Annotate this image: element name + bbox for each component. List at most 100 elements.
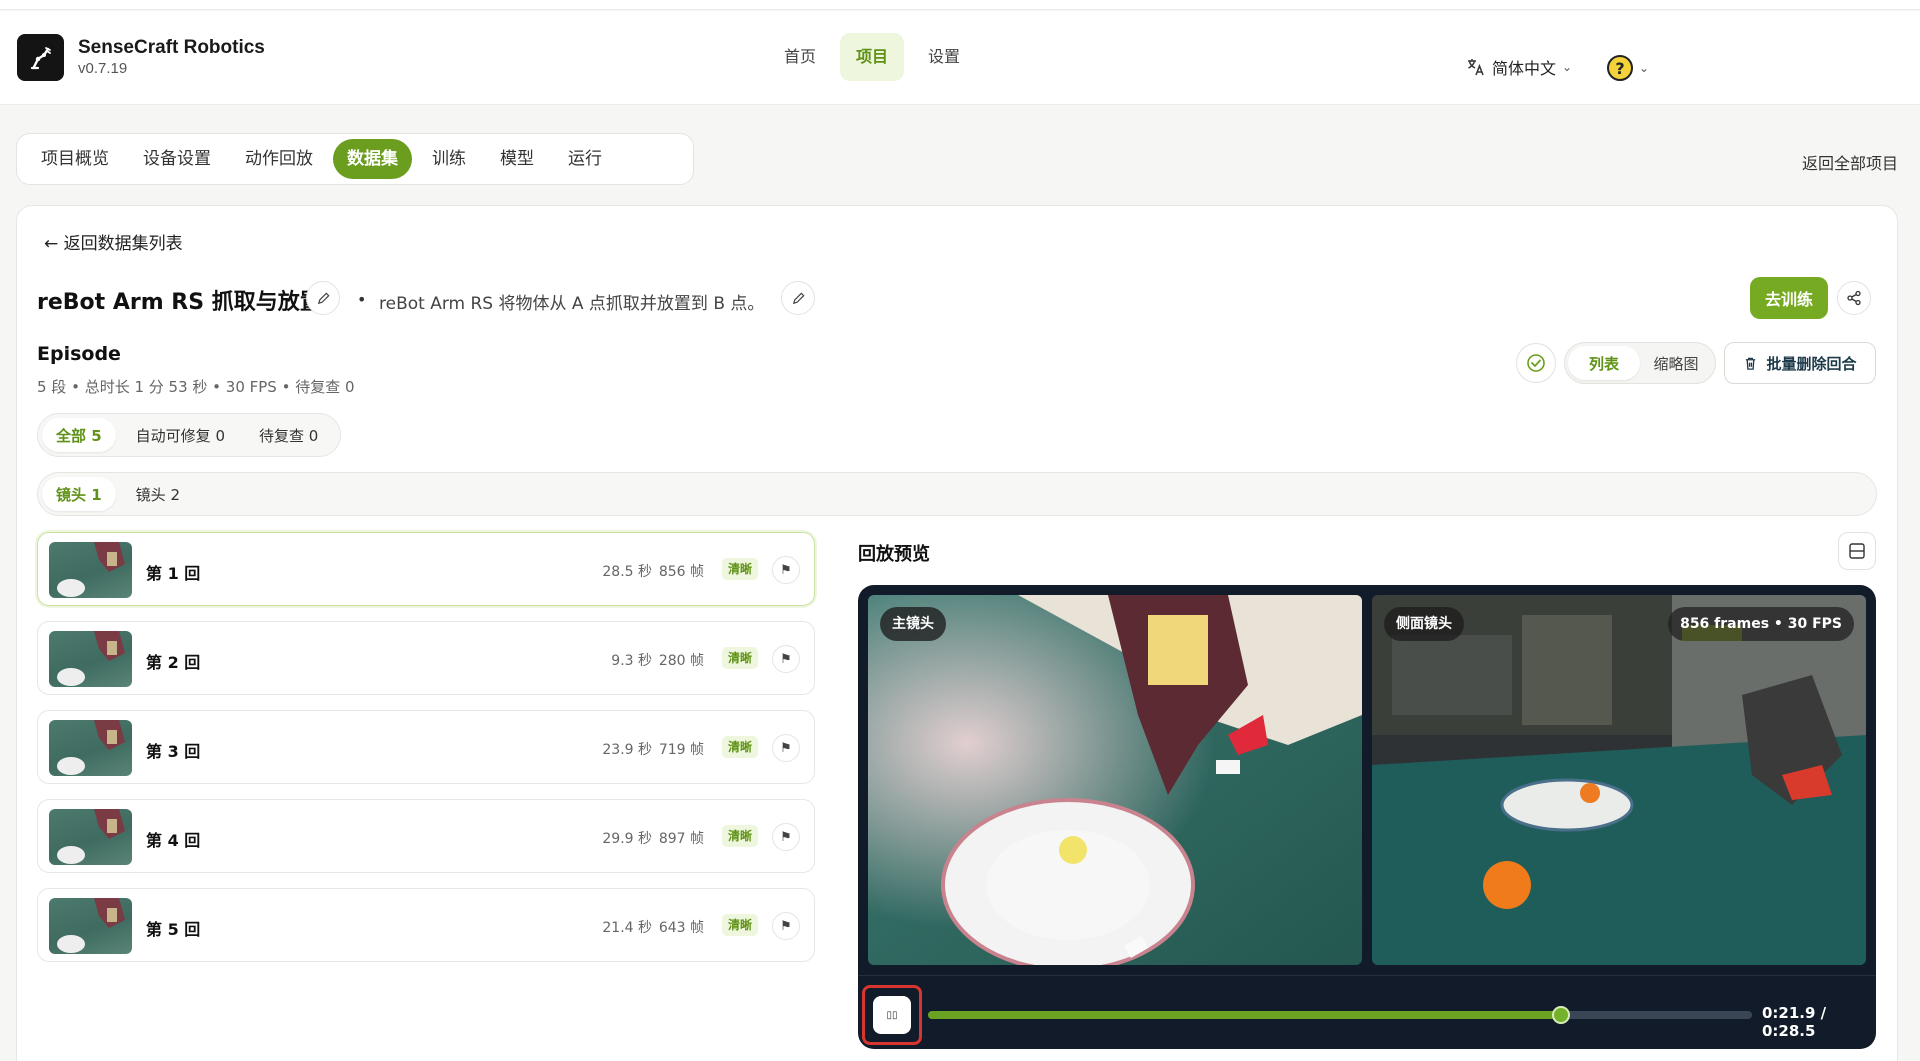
layout-toggle-button[interactable] bbox=[1838, 532, 1876, 570]
flag-icon: ⚑ bbox=[780, 651, 792, 667]
share-icon bbox=[1847, 290, 1861, 306]
flag-button[interactable]: ⚑ bbox=[772, 645, 800, 673]
pencil-icon bbox=[792, 291, 805, 304]
app-header: SenseCraft Robotics v0.7.19 首页 项目 设置 简体中… bbox=[0, 11, 1920, 105]
go-train-button[interactable]: 去训练 bbox=[1750, 277, 1828, 319]
replay-player: 主镜头 侧面镜头 856 frames • 30 FPS ▯▯ 0:21.9 /… bbox=[858, 585, 1876, 1049]
flag-button[interactable]: ⚑ bbox=[772, 556, 800, 584]
share-button[interactable] bbox=[1837, 281, 1871, 315]
view-thumbnail-option[interactable]: 缩略图 bbox=[1640, 346, 1712, 380]
tab-device-settings[interactable]: 设备设置 bbox=[129, 139, 225, 179]
progress-slider[interactable] bbox=[928, 1006, 1752, 1024]
episode-frames: 643 帧 bbox=[658, 920, 704, 936]
episode-frames: 897 帧 bbox=[658, 831, 704, 847]
side-camera-label: 侧面镜头 bbox=[1384, 607, 1464, 641]
camera-2-tab[interactable]: 镜头 2 bbox=[122, 477, 194, 511]
episode-section-title: Episode bbox=[37, 343, 121, 365]
tab-training[interactable]: 训练 bbox=[418, 139, 480, 179]
nav-home[interactable]: 首页 bbox=[768, 33, 832, 81]
quality-badge: 清晰 bbox=[721, 825, 758, 847]
progress-handle[interactable] bbox=[1552, 1006, 1571, 1024]
episode-frames: 856 帧 bbox=[658, 564, 704, 580]
filter-auto-fixable[interactable]: 自动可修复 0 bbox=[122, 418, 239, 452]
episode-name: 第 4 回 bbox=[146, 831, 201, 850]
edit-title-button[interactable] bbox=[306, 281, 340, 315]
quality-badge: 清晰 bbox=[721, 558, 758, 580]
episode-summary: 5 段 • 总时长 1 分 53 秒 • 30 FPS • 待复查 0 bbox=[37, 378, 355, 396]
quality-badge: 清晰 bbox=[721, 736, 758, 758]
filter-pending-review[interactable]: 待复查 0 bbox=[245, 418, 332, 452]
help-icon: ? bbox=[1607, 55, 1633, 81]
episode-thumbnail bbox=[49, 542, 132, 598]
split-layout-icon bbox=[1849, 543, 1865, 559]
frame-info-badge: 856 frames • 30 FPS bbox=[1668, 607, 1854, 641]
quality-badge: 清晰 bbox=[721, 914, 758, 936]
nav-settings[interactable]: 设置 bbox=[912, 33, 976, 81]
nav-projects[interactable]: 项目 bbox=[840, 33, 905, 81]
playback-time: 0:21.9 / 0:28.5 bbox=[1762, 1004, 1827, 1040]
main-camera-view: 主镜头 bbox=[868, 595, 1362, 965]
episode-name: 第 3 回 bbox=[146, 742, 201, 761]
episode-duration: 29.9 秒 bbox=[602, 831, 652, 847]
app-logo[interactable] bbox=[17, 34, 64, 81]
batch-delete-label: 批量删除回合 bbox=[1766, 354, 1857, 373]
pause-icon: ▯▯ bbox=[886, 1009, 898, 1021]
episode-frames: 719 帧 bbox=[658, 742, 704, 758]
list-item[interactable]: 第 1 回 28.5 秒 856 帧 清晰 ⚑ bbox=[37, 532, 815, 606]
flag-button[interactable]: ⚑ bbox=[772, 823, 800, 851]
chevron-down-icon: ⌄ bbox=[1639, 61, 1650, 75]
tab-action-replay[interactable]: 动作回放 bbox=[231, 139, 327, 179]
playback-controls: ▯▯ 0:21.9 / 0:28.5 bbox=[858, 975, 1876, 1049]
episode-duration: 9.3 秒 bbox=[611, 653, 652, 669]
flag-button[interactable]: ⚑ bbox=[772, 734, 800, 762]
pencil-icon bbox=[317, 291, 330, 304]
side-camera-view: 侧面镜头 856 frames • 30 FPS bbox=[1372, 595, 1866, 965]
check-circle-icon bbox=[1527, 354, 1545, 372]
batch-delete-button[interactable]: 批量删除回合 bbox=[1724, 342, 1876, 384]
episode-duration: 21.4 秒 bbox=[602, 920, 652, 936]
main-camera-frame bbox=[868, 595, 1362, 965]
progress-fill bbox=[928, 1011, 1562, 1019]
app-version: v0.7.19 bbox=[78, 60, 128, 77]
episode-thumbnail bbox=[49, 809, 132, 865]
list-item[interactable]: 第 2 回 9.3 秒 280 帧 清晰 ⚑ bbox=[37, 621, 815, 695]
preview-title: 回放预览 bbox=[858, 544, 930, 565]
help-menu[interactable]: ? ⌄ bbox=[1607, 55, 1649, 81]
list-item[interactable]: 第 5 回 21.4 秒 643 帧 清晰 ⚑ bbox=[37, 888, 815, 962]
back-to-dataset-list-link[interactable]: ← 返回数据集列表 bbox=[44, 229, 183, 254]
tab-model[interactable]: 模型 bbox=[486, 139, 548, 179]
episode-frames: 280 帧 bbox=[658, 653, 704, 669]
play-pause-button[interactable]: ▯▯ bbox=[873, 996, 911, 1034]
play-button-highlight: ▯▯ bbox=[862, 985, 922, 1045]
trash-icon bbox=[1746, 357, 1756, 370]
edit-description-button[interactable] bbox=[781, 281, 815, 315]
view-list-option[interactable]: 列表 bbox=[1568, 346, 1640, 380]
side-camera-frame bbox=[1372, 595, 1866, 965]
list-item[interactable]: 第 4 回 29.9 秒 897 帧 清晰 ⚑ bbox=[37, 799, 815, 873]
flag-icon: ⚑ bbox=[780, 918, 792, 934]
episode-duration: 23.9 秒 bbox=[602, 742, 652, 758]
app-name: SenseCraft Robotics bbox=[78, 37, 265, 58]
episode-thumbnail bbox=[49, 898, 132, 954]
verify-button[interactable] bbox=[1516, 343, 1556, 383]
dataset-description: reBot Arm RS 将物体从 A 点抓取并放置到 B 点。 bbox=[379, 294, 765, 314]
tab-run[interactable]: 运行 bbox=[554, 139, 616, 179]
filter-all[interactable]: 全部 5 bbox=[42, 418, 116, 452]
tab-overview[interactable]: 项目概览 bbox=[27, 139, 123, 179]
quality-badge: 清晰 bbox=[721, 647, 758, 669]
language-selector[interactable]: 简体中文 ⌄ bbox=[1466, 55, 1572, 79]
tab-dataset[interactable]: 数据集 bbox=[333, 139, 412, 179]
flag-icon: ⚑ bbox=[780, 562, 792, 578]
dataset-title: reBot Arm RS 抓取与放置 bbox=[37, 290, 322, 315]
episode-name: 第 5 回 bbox=[146, 920, 201, 939]
flag-icon: ⚑ bbox=[780, 740, 792, 756]
back-all-projects-link[interactable]: 返回全部项目 bbox=[1802, 150, 1898, 174]
title-separator: • bbox=[357, 290, 367, 309]
camera-1-tab[interactable]: 镜头 1 bbox=[42, 477, 116, 511]
top-nav: 首页 项目 设置 bbox=[768, 33, 976, 81]
list-item[interactable]: 第 3 回 23.9 秒 719 帧 清晰 ⚑ bbox=[37, 710, 815, 784]
flag-button[interactable]: ⚑ bbox=[772, 912, 800, 940]
camera-selector: 镜头 1 镜头 2 bbox=[37, 472, 1877, 516]
robot-arm-icon bbox=[30, 46, 51, 69]
main-camera-label: 主镜头 bbox=[880, 607, 946, 641]
